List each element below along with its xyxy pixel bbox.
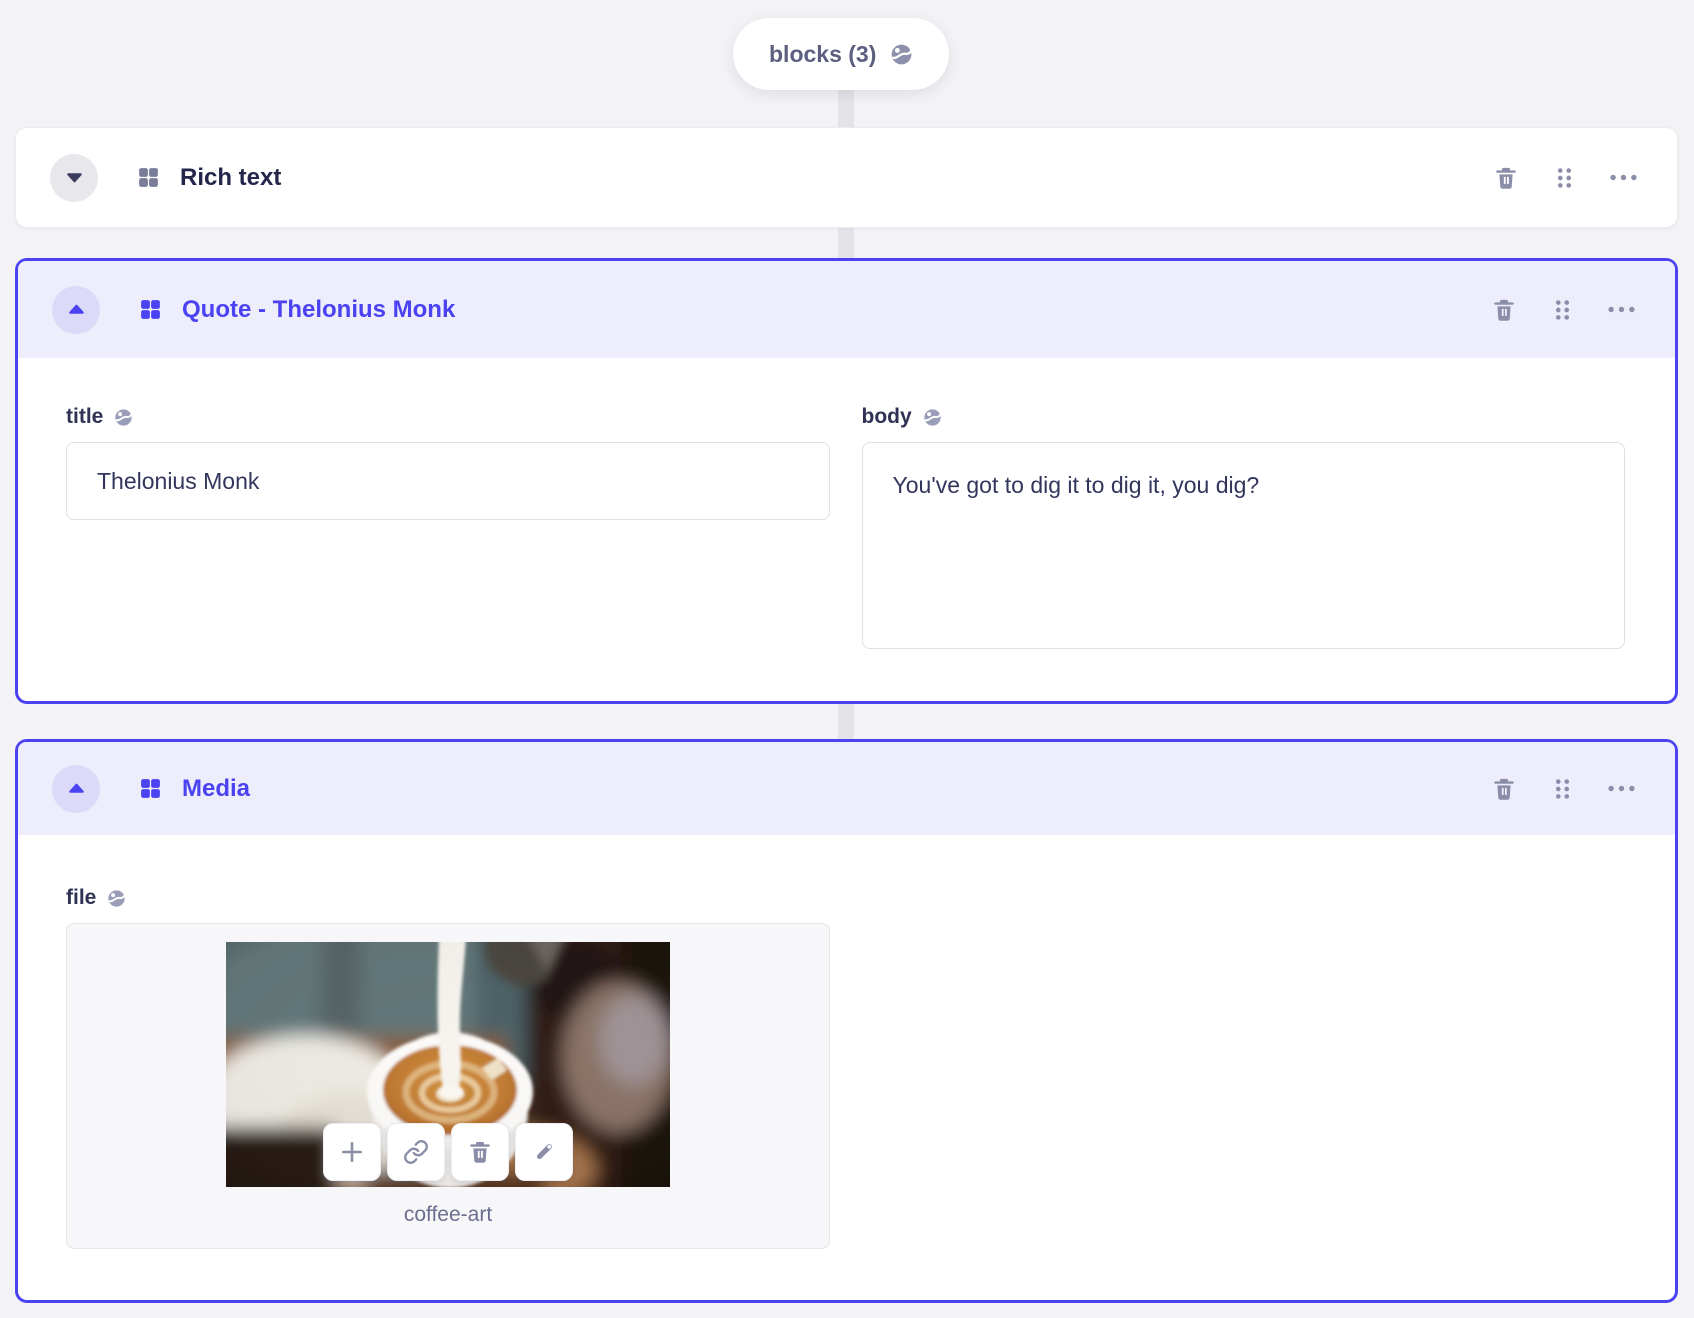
block-title: Media [182, 774, 251, 802]
grid-icon [138, 776, 163, 801]
more-options-button[interactable] [1610, 174, 1637, 181]
collapse-toggle-button[interactable] [52, 285, 100, 334]
globe-icon [114, 408, 133, 427]
drag-handle[interactable] [1553, 777, 1572, 801]
field-label: title [66, 404, 830, 430]
globe-icon [890, 43, 913, 66]
block-rich-text: Rich text [15, 127, 1678, 228]
body-textarea[interactable]: You've got to dig it to dig it, you dig? [861, 442, 1625, 649]
drag-dots-icon [1555, 166, 1574, 190]
field-label: file [66, 885, 1627, 911]
link-icon [403, 1139, 429, 1165]
ellipsis-icon [1608, 785, 1635, 792]
block-quote: Quote - Thelonius Monk title Thelonius M… [15, 258, 1678, 704]
drag-handle[interactable] [1553, 298, 1572, 322]
grid-icon [138, 297, 163, 322]
field-label-text: title [66, 405, 104, 428]
block-title: Rich text [180, 163, 282, 191]
blocks-count-pill: blocks (3) [733, 18, 950, 90]
body-field-group: body You've got to dig it to dig it, you… [861, 404, 1626, 654]
block-media: Media file coffee-art [15, 739, 1678, 1303]
ellipsis-icon [1608, 306, 1635, 313]
remove-file-button[interactable] [451, 1123, 509, 1181]
grid-icon [136, 165, 161, 190]
more-options-button[interactable] [1608, 785, 1635, 792]
trash-icon [1491, 297, 1517, 323]
drag-dots-icon [1553, 777, 1572, 801]
blocks-field-editor: blocks (3) Rich text Quote - Thelonius M… [0, 0, 1694, 1318]
block-header: Media [18, 742, 1675, 835]
blocks-count-label: blocks (3) [769, 40, 877, 67]
pencil-icon [531, 1139, 557, 1165]
file-preview[interactable] [226, 942, 670, 1187]
globe-icon [107, 889, 126, 908]
collapse-toggle-button[interactable] [50, 153, 98, 202]
globe-icon [923, 408, 942, 427]
ellipsis-icon [1610, 174, 1637, 181]
chevron-up-icon [66, 779, 87, 798]
block-title: Quote - Thelonius Monk [182, 295, 456, 323]
field-label-text: body [861, 405, 912, 428]
field-label: body [862, 404, 1626, 430]
more-options-button[interactable] [1608, 306, 1635, 313]
file-name: coffee-art [403, 1203, 493, 1226]
chevron-up-icon [66, 300, 87, 319]
trash-icon [467, 1139, 493, 1165]
collapse-toggle-button[interactable] [52, 764, 100, 813]
trash-icon [1491, 776, 1517, 802]
add-button[interactable] [323, 1123, 381, 1181]
title-field-group: title [66, 404, 830, 654]
chevron-down-icon [64, 168, 85, 187]
link-button[interactable] [387, 1123, 445, 1181]
file-action-toolbar [323, 1123, 573, 1181]
edit-file-button[interactable] [515, 1123, 573, 1181]
plus-icon [338, 1138, 366, 1166]
trash-icon [1493, 165, 1519, 191]
block-header: Rich text [16, 153, 1677, 202]
title-input[interactable] [66, 442, 830, 520]
delete-block-button[interactable] [1491, 297, 1517, 323]
delete-block-button[interactable] [1493, 165, 1519, 191]
drag-handle[interactable] [1555, 166, 1574, 190]
drag-dots-icon [1553, 298, 1572, 322]
delete-block-button[interactable] [1491, 776, 1517, 802]
file-upload-card: coffee-art [66, 923, 830, 1249]
field-label-text: file [66, 886, 97, 909]
block-header: Quote - Thelonius Monk [18, 261, 1675, 358]
